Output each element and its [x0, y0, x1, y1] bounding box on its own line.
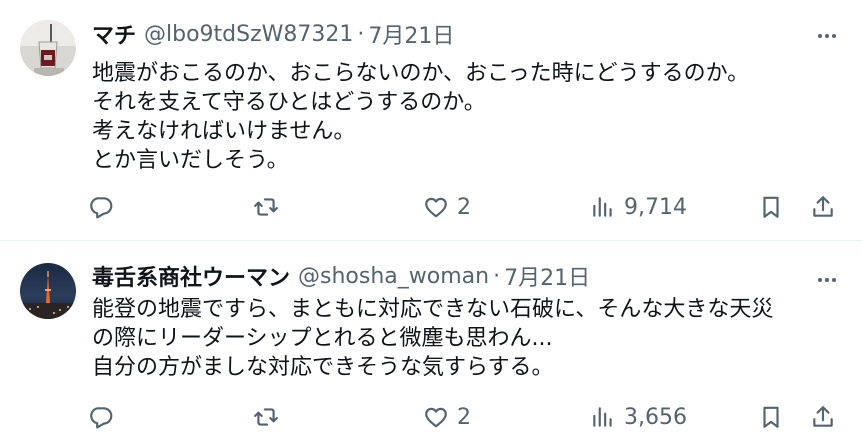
tweet-text-line: それを支えて守るひとはどうするのか。 — [92, 90, 486, 115]
tweet-actions: 2 9,714 — [88, 187, 848, 227]
like-button[interactable]: 2 — [423, 187, 471, 227]
views-icon — [593, 197, 612, 217]
bookmark-icon — [763, 406, 779, 428]
bookmark-button[interactable] — [758, 187, 784, 227]
tweet-text: 能登の地震ですら、まともに対応できない石破に、そんな大きな天災 の際にリーダーシ… — [92, 295, 832, 382]
reply-button[interactable] — [88, 187, 122, 227]
separator: · — [357, 21, 365, 47]
user-handle[interactable]: @shosha_woman — [298, 264, 489, 289]
display-name[interactable]: マチ — [92, 18, 136, 50]
view-count: 3,656 — [624, 404, 687, 430]
share-icon — [813, 406, 833, 427]
share-icon — [813, 196, 833, 217]
avatar[interactable] — [20, 20, 76, 76]
views-button[interactable]: 3,656 — [590, 397, 687, 437]
like-icon — [425, 407, 447, 428]
views-button[interactable]: 9,714 — [590, 187, 687, 227]
tweet-text-line: の際にリーダーシップとれると微塵も思わん... — [92, 326, 553, 351]
tweet-header: 毒舌系商社ウーマン @shosha_woman · 7月21日 — [92, 260, 590, 292]
tweet-header: マチ @lbo9tdSzW87321 · 7月21日 — [92, 18, 454, 50]
tweet-text-line: 能登の地震ですら、まともに対応できない石破に、そんな大きな天災 — [92, 297, 774, 322]
share-button[interactable] — [810, 187, 836, 227]
tweet-text-line: 考えなければいけません。 — [92, 119, 356, 144]
display-name[interactable]: 毒舌系商社ウーマン — [92, 260, 290, 292]
view-count: 9,714 — [624, 194, 687, 220]
timestamp[interactable]: 7月21日 — [504, 260, 590, 292]
retweet-button[interactable] — [253, 187, 287, 227]
views-icon — [593, 407, 612, 427]
retweet-button[interactable] — [253, 397, 287, 437]
bookmark-icon — [763, 196, 779, 218]
like-count: 2 — [457, 404, 471, 430]
like-count: 2 — [457, 194, 471, 220]
share-button[interactable] — [810, 397, 836, 437]
retweet-icon — [254, 408, 278, 426]
more-icon[interactable] — [812, 265, 842, 295]
tweet-text-line: 地震がおこるのか、おこらないのか、おこった時にどうするのか。 — [92, 61, 750, 86]
timestamp[interactable]: 7月21日 — [368, 18, 454, 50]
reply-icon — [90, 197, 113, 219]
tweet-text: 地震がおこるのか、おこらないのか、おこった時にどうするのか。 それを支えて守るひ… — [92, 59, 832, 175]
reply-icon — [90, 407, 113, 429]
user-handle[interactable]: @lbo9tdSzW87321 — [144, 22, 353, 47]
tweet-text-line: とか言いだしそう。 — [92, 148, 289, 173]
tweet[interactable]: マチ @lbo9tdSzW87321 · 7月21日 地震がおこるのか、おこらな… — [0, 0, 862, 240]
like-icon — [425, 197, 447, 218]
like-button[interactable]: 2 — [423, 397, 471, 437]
separator: · — [493, 263, 501, 289]
reply-button[interactable] — [88, 397, 122, 437]
retweet-icon — [254, 198, 278, 216]
tweet-text-line: 自分の方がましな対応できそうな気すらする。 — [92, 355, 554, 380]
tweet[interactable]: 毒舌系商社ウーマン @shosha_woman · 7月21日 能登の地震ですら… — [0, 241, 862, 448]
avatar[interactable] — [20, 263, 76, 319]
bookmark-button[interactable] — [758, 397, 784, 437]
more-icon[interactable] — [812, 21, 842, 51]
tweet-actions: 2 3,656 — [88, 397, 848, 437]
